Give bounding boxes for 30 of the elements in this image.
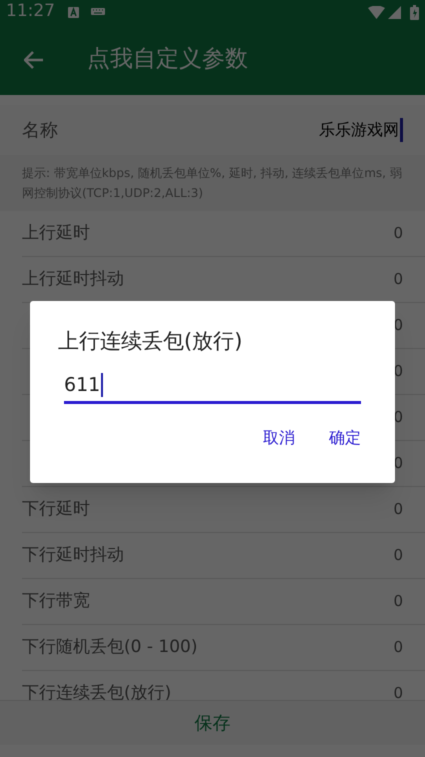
notification-icon — [68, 6, 79, 18]
parameter-label[interactable]: 下行延时 — [22, 496, 90, 522]
battery-icon — [410, 4, 419, 20]
back-arrow-icon[interactable] — [24, 50, 44, 68]
parameter-value[interactable]: 0 — [393, 636, 403, 659]
signal-icon — [388, 6, 401, 18]
save-button[interactable]: 保存 — [186, 710, 238, 736]
parameter-label[interactable]: 下行连续丢包(放行) — [22, 680, 172, 700]
wifi-icon — [368, 6, 385, 18]
name-label: 名称 — [22, 118, 58, 142]
dialog-button[interactable]: 取消 — [263, 426, 295, 450]
status-time: 11:27 — [6, 0, 55, 24]
parameter-label[interactable]: 上行延时抖动 — [22, 266, 124, 292]
dialog-title: 上行连续丢包(放行) — [58, 328, 244, 355]
parameter-value[interactable]: 0 — [393, 498, 403, 521]
parameter-label[interactable]: 下行随机丢包(0 - 100) — [22, 634, 198, 660]
parameter-label[interactable]: 下行带宽 — [22, 588, 90, 614]
parameter-value[interactable]: 0 — [393, 590, 403, 613]
dialog-button[interactable]: 确定 — [329, 426, 361, 450]
parameter-label[interactable]: 上行延时 — [22, 220, 90, 246]
keyboard-icon — [91, 8, 105, 16]
name-field[interactable]: 乐乐游戏网 — [319, 118, 403, 142]
parameter-value[interactable]: 0 — [393, 682, 403, 700]
parameter-value[interactable]: 0 — [393, 268, 403, 291]
screen-title: 点我自定义参数 — [87, 45, 248, 74]
parameter-label[interactable]: 下行延时抖动 — [22, 542, 124, 568]
parameter-value[interactable]: 0 — [393, 544, 403, 567]
parameter-value[interactable]: 0 — [393, 222, 403, 245]
value-input[interactable]: 611 — [64, 370, 361, 404]
input-value: 611 — [64, 372, 100, 398]
